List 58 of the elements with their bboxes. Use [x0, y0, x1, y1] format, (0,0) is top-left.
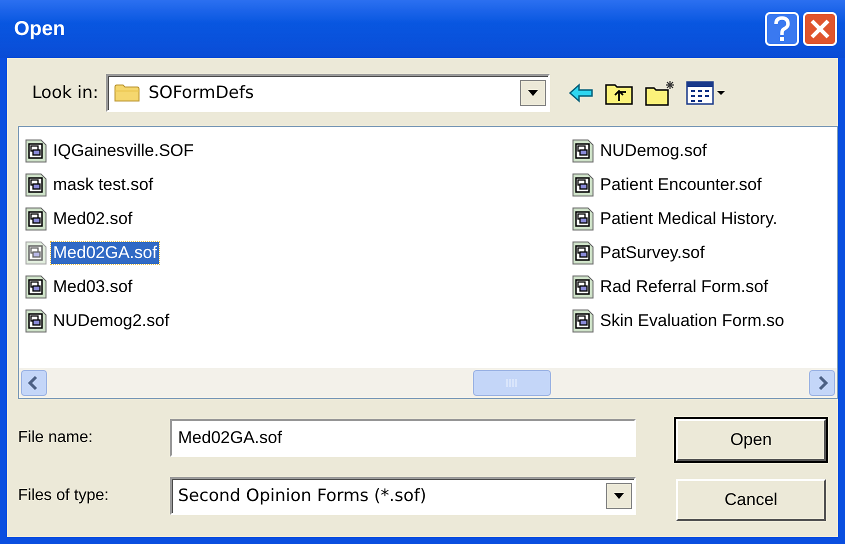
- window-title: Open: [14, 18, 66, 40]
- folder-icon: [114, 83, 140, 103]
- file-item[interactable]: PatSurvey.sof: [572, 236, 837, 270]
- file-item[interactable]: Med02.sof: [25, 202, 572, 236]
- file-name: NUDemog.sof: [599, 140, 708, 162]
- scroll-right-icon[interactable]: [809, 370, 835, 396]
- file-item[interactable]: IQGainesville.SOF: [25, 134, 572, 168]
- file-name: Patient Medical History.: [599, 208, 778, 230]
- file-name: Skin Evaluation Form.so: [599, 310, 786, 332]
- form-file-icon: [572, 207, 594, 231]
- file-item[interactable]: Med02GA.sof: [25, 236, 572, 270]
- open-button[interactable]: Open: [676, 419, 826, 461]
- cancel-button[interactable]: Cancel: [676, 479, 826, 521]
- view-menu-icon[interactable]: [686, 80, 726, 106]
- file-name: Med03.sof: [52, 276, 134, 298]
- file-item[interactable]: Rad Referral Form.sof: [572, 270, 837, 304]
- form-file-icon: [572, 241, 594, 265]
- file-name-field[interactable]: Med02GA.sof: [170, 419, 636, 457]
- form-file-icon: [25, 173, 47, 197]
- form-file-icon: [25, 275, 47, 299]
- file-item[interactable]: mask test.sof: [25, 168, 572, 202]
- file-item[interactable]: Patient Encounter.sof: [572, 168, 837, 202]
- scroll-left-icon[interactable]: [21, 370, 47, 396]
- form-file-icon: [25, 241, 47, 265]
- file-name-label: File name:: [18, 429, 94, 447]
- form-file-icon: [25, 139, 47, 163]
- form-file-icon: [25, 309, 47, 333]
- file-name: Rad Referral Form.sof: [599, 276, 770, 298]
- file-name: Med02.sof: [52, 208, 134, 230]
- file-item[interactable]: Med03.sof: [25, 270, 572, 304]
- file-item[interactable]: Patient Medical History.: [572, 202, 837, 236]
- form-file-icon: [572, 309, 594, 333]
- file-name: NUDemog2.sof: [52, 310, 170, 332]
- file-name: Patient Encounter.sof: [599, 174, 763, 196]
- file-item[interactable]: Skin Evaluation Form.so: [572, 304, 837, 338]
- close-icon[interactable]: [803, 12, 837, 46]
- new-folder-icon[interactable]: [644, 79, 676, 107]
- look-in-dropdown[interactable]: SOFormDefs: [106, 74, 550, 112]
- file-list[interactable]: IQGainesville.SOF mask test.sof Med02.sof Med02GA.sof Med03.sof NUDemog2.sof NUDemog.sof Patient Encounter.sof Patient Medical History. PatSurvey.sof Rad Referral Form.sof Skin Evaluation Form.so: [18, 126, 838, 399]
- look-in-label: Look in:: [32, 83, 98, 103]
- form-file-icon: [572, 275, 594, 299]
- file-type-label: Files of type:: [18, 487, 110, 505]
- back-arrow-icon[interactable]: [568, 82, 594, 104]
- file-name: PatSurvey.sof: [599, 242, 706, 264]
- help-icon[interactable]: [765, 12, 799, 46]
- file-name: mask test.sof: [52, 174, 154, 196]
- file-item[interactable]: NUDemog2.sof: [25, 304, 572, 338]
- file-name: IQGainesville.SOF: [52, 140, 195, 162]
- file-type-dropdown[interactable]: Second Opinion Forms (*.sof): [170, 477, 636, 515]
- form-file-icon: [572, 139, 594, 163]
- file-name: Med02GA.sof: [51, 242, 159, 264]
- horizontal-scrollbar[interactable]: [19, 368, 837, 398]
- file-type-value: Second Opinion Forms (*.sof): [178, 486, 426, 506]
- scroll-thumb[interactable]: [473, 370, 551, 396]
- look-in-value: SOFormDefs: [148, 83, 254, 103]
- form-file-icon: [572, 173, 594, 197]
- form-file-icon: [25, 207, 47, 231]
- file-item[interactable]: NUDemog.sof: [572, 134, 837, 168]
